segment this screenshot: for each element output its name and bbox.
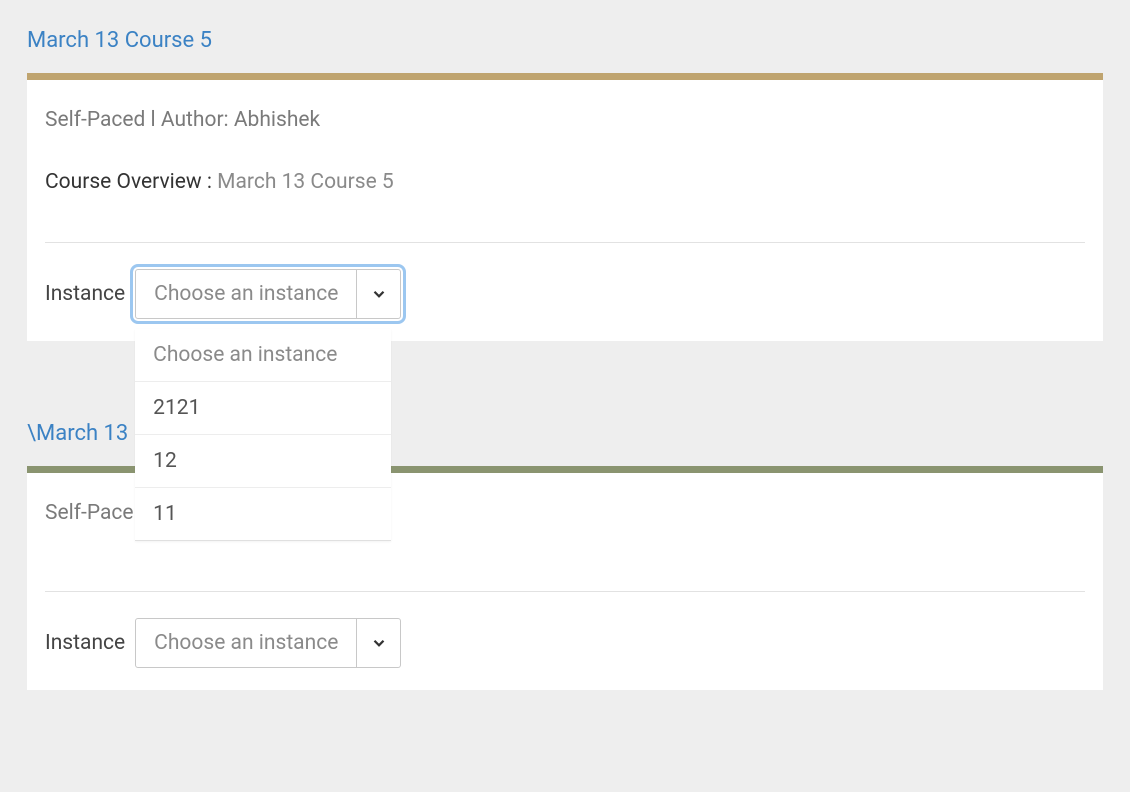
- dropdown-option-placeholder[interactable]: Choose an instance: [135, 329, 391, 382]
- divider: [45, 242, 1085, 243]
- card-content: Self-Paced l Author: Abhishek Course Ove…: [27, 80, 1103, 341]
- instance-label: Instance: [45, 631, 125, 655]
- instance-row: Instance Choose an instance: [45, 618, 1085, 668]
- select-value[interactable]: Choose an instance: [135, 618, 357, 668]
- course-title-link[interactable]: March 13 Course 5: [0, 0, 1130, 73]
- instance-dropdown: Choose an instance 2121 12 11: [135, 329, 391, 541]
- instance-label: Instance: [45, 282, 125, 306]
- course-overview-row: Course Overview : March 13 Course 5: [45, 170, 1085, 194]
- course-meta: Self-Paced l Author: Abhishek: [45, 108, 1085, 132]
- select-toggle[interactable]: [357, 269, 401, 319]
- instance-select[interactable]: Choose an instance: [135, 618, 401, 668]
- overview-value: March 13 Course 5: [217, 170, 394, 194]
- chevron-down-icon: [370, 285, 388, 303]
- divider: [45, 591, 1085, 592]
- dropdown-option[interactable]: 11: [135, 488, 391, 540]
- overview-label: Course Overview :: [45, 170, 217, 194]
- course-card: Self-Paced l Author: Abhishek Course Ove…: [27, 73, 1103, 341]
- select-value[interactable]: Choose an instance: [135, 269, 357, 319]
- dropdown-option[interactable]: 2121: [135, 382, 391, 435]
- select-toggle[interactable]: [357, 618, 401, 668]
- chevron-down-icon: [370, 634, 388, 652]
- dropdown-option[interactable]: 12: [135, 435, 391, 488]
- instance-row: Instance Choose an instance Choose an in…: [45, 269, 1085, 319]
- instance-select[interactable]: Choose an instance Choose an instance 21…: [135, 269, 401, 319]
